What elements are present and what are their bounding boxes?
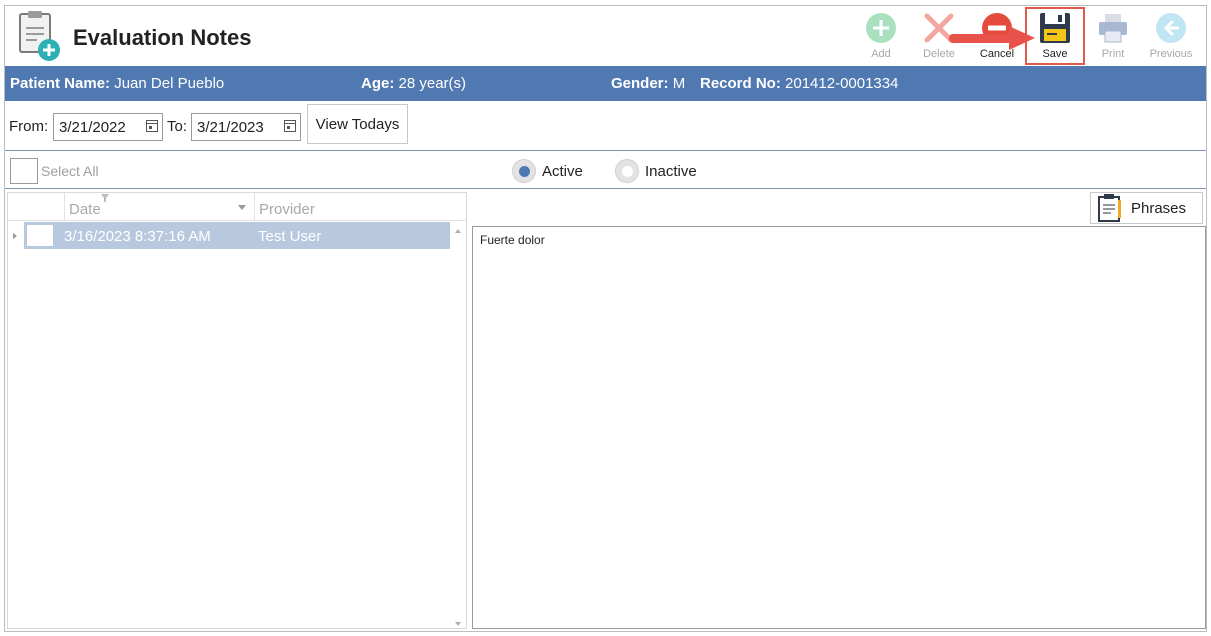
active-radio[interactable]: [512, 159, 536, 183]
previous-button-label: Previous: [1149, 48, 1193, 60]
phrases-button[interactable]: Phrases: [1090, 192, 1203, 224]
from-date-value: 3/21/2022: [59, 119, 126, 136]
select-row: Select All Active Inactive: [5, 152, 1206, 189]
column-header-provider[interactable]: Provider: [254, 193, 450, 221]
row-date: 3/16/2023 8:37:16 AM: [64, 228, 211, 245]
patient-info-bar: Patient Name: Juan Del Pueblo Age: 28 ye…: [5, 66, 1206, 101]
to-label: To:: [167, 118, 188, 135]
from-label: From:: [9, 118, 49, 135]
filter-icon[interactable]: [101, 194, 109, 202]
phrases-button-label: Phrases: [1131, 199, 1187, 217]
date-filter-row: From: 3/21/2022 To: 3/21/2023 View Today…: [5, 104, 1206, 152]
row-expand-icon[interactable]: [13, 233, 17, 239]
header-checkbox-cell: [24, 193, 64, 221]
add-button-label: Add: [871, 48, 891, 60]
floppy-disk-icon: [1037, 10, 1073, 46]
phrases-notebook-icon: [1098, 194, 1121, 222]
table-row[interactable]: 3/16/2023 8:37:16 AM Test User: [24, 222, 450, 249]
row-checkbox[interactable]: [26, 224, 54, 247]
printer-icon: [1095, 10, 1131, 46]
note-text: Fuerte dolor: [480, 233, 545, 247]
to-date-value: 3/21/2023: [197, 119, 264, 136]
divider: [5, 188, 1206, 189]
previous-button[interactable]: Previous: [1142, 8, 1200, 64]
calendar-icon[interactable]: [284, 120, 296, 132]
patient-gender: Gender: M: [611, 75, 686, 92]
inactive-radio-label: Inactive: [645, 163, 697, 180]
view-todays-button[interactable]: View Todays: [307, 104, 408, 144]
row-provider: Test User: [258, 228, 322, 245]
grid-header: Date Provider: [8, 193, 466, 221]
header: Evaluation Notes Add Delete Cancel Save …: [5, 6, 1206, 66]
plus-circle-icon: [863, 10, 899, 46]
patient-age: Age: 28 year(s): [361, 75, 467, 92]
add-button[interactable]: Add: [852, 8, 910, 64]
annotation-arrow-icon: [949, 26, 1035, 50]
save-button-label: Save: [1042, 48, 1068, 60]
select-all-label: Select All: [41, 163, 99, 179]
patient-name: Patient Name: Juan Del Pueblo: [10, 75, 225, 92]
from-date-input[interactable]: 3/21/2022: [53, 113, 163, 141]
to-date-input[interactable]: 3/21/2023: [191, 113, 301, 141]
calendar-icon[interactable]: [146, 120, 158, 132]
column-header-date-label: Date: [69, 201, 101, 218]
grid-scrollbar[interactable]: [450, 221, 466, 628]
main-window: Evaluation Notes Add Delete Cancel Save …: [4, 5, 1207, 632]
note-textarea[interactable]: Fuerte dolor: [472, 226, 1206, 629]
divider: [5, 150, 1206, 151]
column-header-date[interactable]: Date: [64, 193, 254, 221]
active-radio-label: Active: [542, 163, 583, 180]
notes-grid: Date Provider 3/16/2023 8:37:16 AM Test …: [7, 192, 467, 629]
clipboard-add-icon: [19, 11, 60, 61]
scroll-up-icon[interactable]: [455, 229, 461, 233]
inactive-radio[interactable]: [615, 159, 639, 183]
column-header-provider-label: Provider: [259, 201, 315, 218]
select-all-checkbox[interactable]: [10, 158, 38, 184]
page-title: Evaluation Notes: [73, 25, 252, 50]
patient-record-no: Record No: 201412-0001334: [700, 75, 899, 92]
print-button[interactable]: Print: [1084, 8, 1142, 64]
scroll-down-icon[interactable]: [455, 622, 461, 626]
arrow-left-circle-icon: [1153, 10, 1189, 46]
print-button-label: Print: [1101, 48, 1125, 60]
sort-dropdown-icon[interactable]: [238, 205, 246, 210]
